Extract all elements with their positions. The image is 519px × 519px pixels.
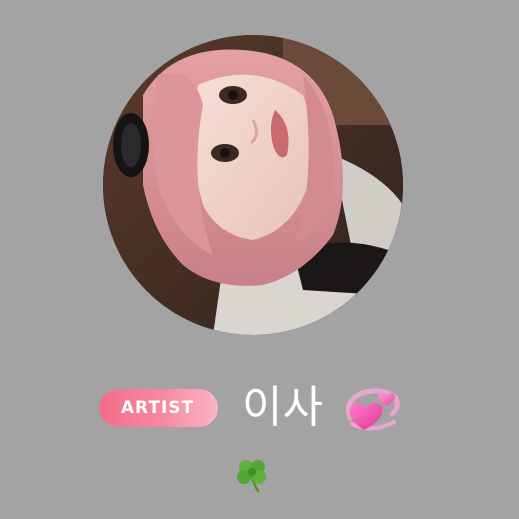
profile-name-row: ARTIST 이사	[0, 378, 519, 438]
profile-avatar[interactable]	[103, 35, 403, 335]
four-leaf-clover-icon	[237, 460, 266, 493]
avatar-image	[103, 35, 403, 335]
artist-badge: ARTIST	[99, 389, 218, 427]
revolving-hearts-icon	[345, 388, 400, 431]
display-name: 이사	[242, 382, 323, 433]
